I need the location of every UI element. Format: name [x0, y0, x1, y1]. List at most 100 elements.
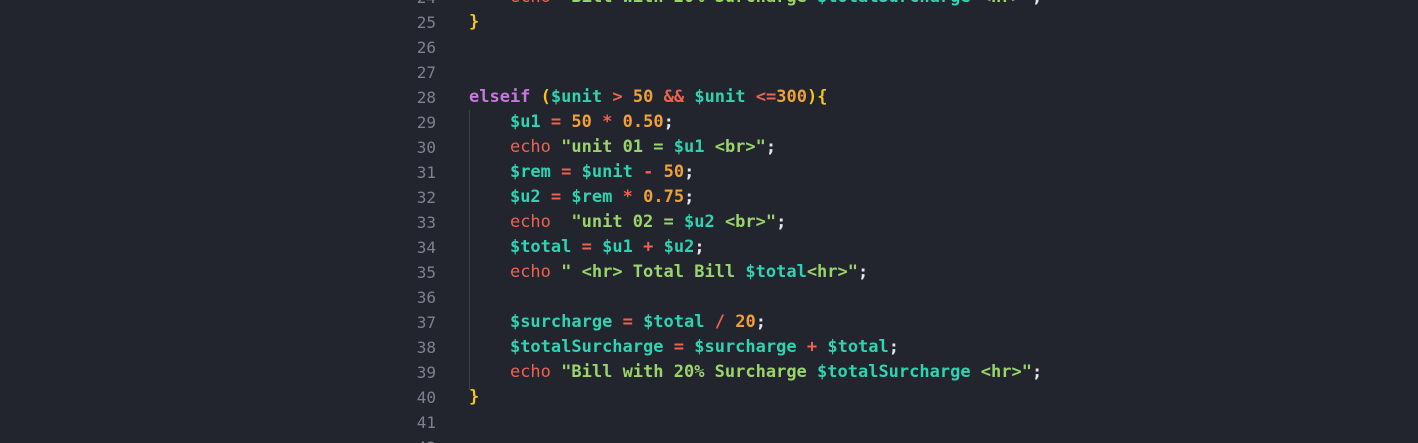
code-token: $rem [571, 187, 613, 207]
code-line[interactable]: 36 [0, 285, 1418, 310]
code-token: ; [663, 112, 674, 132]
code-line[interactable]: 37 $surcharge = $total / 20; [0, 310, 1418, 335]
code-token: && [663, 87, 685, 107]
code-line[interactable]: 39 echo "Bill with 20% Surcharge $totalS… [0, 360, 1418, 385]
code-token: <hr>" [806, 262, 858, 282]
code-line[interactable]: 32 $u2 = $rem * 0.75; [0, 185, 1418, 210]
line-number: 36 [416, 288, 436, 307]
code-text: $totalSurcharge = $surcharge + $total; [469, 335, 899, 360]
code-line[interactable]: 27 [0, 60, 1418, 85]
code-line[interactable]: 38 $totalSurcharge = $surcharge + $total… [0, 335, 1418, 360]
code-line[interactable]: 34 $total = $u1 + $u2; [0, 235, 1418, 260]
code-line[interactable]: 33 echo "unit 02 = $u2 <br>"; [0, 210, 1418, 235]
code-token: $u2 [509, 187, 541, 207]
line-number: 38 [416, 338, 436, 357]
code-lines[interactable]: 24 echo "Bill with 20% Surcharge $totalS… [0, 0, 1418, 443]
code-token: <hr>" [970, 362, 1032, 382]
code-token: = [622, 312, 633, 332]
code-token: + [806, 337, 818, 357]
code-token: $surcharge [694, 337, 797, 357]
code-line[interactable]: 30 echo "unit 01 = $u1 <br>"; [0, 135, 1418, 160]
code-token: elseif [469, 87, 531, 107]
code-token: ; [1032, 0, 1042, 7]
code-token: } [469, 387, 480, 407]
code-token: echo [509, 362, 551, 382]
code-line[interactable]: 29 $u1 = 50 * 0.50; [0, 110, 1418, 135]
code-token: $totalSurcharge [817, 0, 971, 7]
code-line[interactable]: 26 [0, 35, 1418, 60]
code-token: / [714, 312, 725, 332]
code-token: "unit 01 = [561, 137, 674, 157]
code-token: $surcharge [509, 312, 613, 332]
code-token: "Bill with 20% Surcharge [561, 0, 817, 7]
code-token: ){ [806, 87, 828, 107]
code-token: echo [509, 137, 551, 157]
code-token: echo [509, 262, 551, 282]
code-token: $total [745, 262, 807, 282]
line-number: 37 [416, 313, 436, 332]
code-line[interactable]: 31 $rem = $unit - 50; [0, 160, 1418, 185]
code-token: 0.75 [643, 187, 685, 207]
code-text: echo " <hr> Total Bill $total<hr>"; [469, 260, 868, 285]
code-token: "unit 02 = [571, 212, 684, 232]
code-token: $unit [581, 162, 633, 182]
line-number: 35 [416, 263, 436, 282]
code-token: * [602, 112, 613, 132]
line-number: 24 [400, 0, 436, 10]
code-token: $rem [509, 162, 551, 182]
code-token: + [643, 237, 654, 257]
code-token: > [612, 87, 623, 107]
code-text: elseif ($unit > 50 && $unit <=300){ [469, 85, 827, 110]
line-number: 28 [416, 88, 436, 107]
code-token: echo [510, 0, 551, 7]
code-text: } [469, 10, 479, 35]
code-token: * [622, 187, 633, 207]
line-number: 34 [416, 238, 436, 257]
code-token: <= [755, 87, 777, 107]
code-line[interactable]: 35 echo " <hr> Total Bill $total<hr>"; [0, 260, 1418, 285]
code-token: ( [540, 87, 551, 107]
line-number: 42 [400, 435, 436, 443]
code-line[interactable]: 41 [0, 410, 1418, 435]
code-line[interactable]: 40} [0, 385, 1418, 410]
code-token: $u2 [663, 237, 695, 257]
code-line[interactable]: 28 elseif ($unit > 50 && $unit <=300){ [0, 85, 1418, 110]
code-token: = [581, 237, 592, 257]
code-line[interactable]: 42 [0, 435, 1418, 443]
code-line[interactable]: 24 echo "Bill with 20% Surcharge $totalS… [0, 0, 1418, 10]
code-editor[interactable]: 24 echo "Bill with 20% Surcharge $totalS… [0, 0, 1418, 443]
code-text: echo "Bill with 20% Surcharge $totalSurc… [469, 0, 1042, 10]
code-text: $u2 = $rem * 0.75; [469, 185, 694, 210]
line-number: 31 [416, 163, 436, 182]
code-line[interactable]: 25} [0, 10, 1418, 35]
code-text: echo "Bill with 20% Surcharge $totalSurc… [469, 360, 1042, 385]
